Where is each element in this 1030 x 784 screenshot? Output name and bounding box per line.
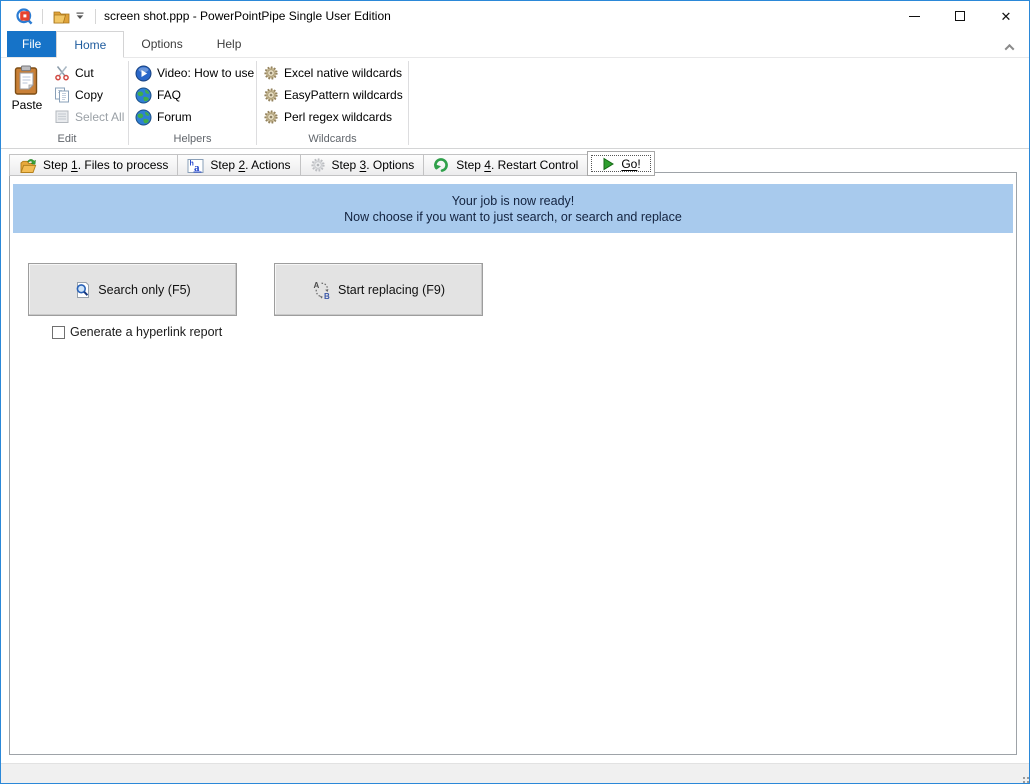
group-label-wildcards: Wildcards bbox=[257, 133, 408, 145]
start-replacing-button[interactable]: A B Start replacing (F9) bbox=[274, 263, 483, 316]
select-all-label: Select All bbox=[75, 110, 124, 124]
hyperlink-report-label: Generate a hyperlink report bbox=[70, 325, 222, 339]
video-how-to-use-button[interactable]: Video: How to use bbox=[135, 62, 254, 84]
copy-label: Copy bbox=[75, 88, 103, 102]
easypattern-wildcards-label: EasyPattern wildcards bbox=[284, 88, 403, 102]
tab-label: Go! bbox=[621, 157, 640, 171]
folder-open-icon bbox=[53, 9, 70, 24]
easypattern-wildcards-button[interactable]: EasyPattern wildcards bbox=[263, 84, 403, 106]
tab-label: Step 1. Files to process bbox=[43, 158, 168, 172]
replace-ab-icon: A B bbox=[312, 280, 332, 300]
search-only-label: Search only (F5) bbox=[98, 283, 190, 297]
tab-label: Step 3. Options bbox=[332, 158, 415, 172]
group-label-edit: Edit bbox=[6, 133, 128, 145]
globe-icon bbox=[135, 109, 152, 126]
perl-regex-wildcards-label: Perl regex wildcards bbox=[284, 110, 392, 124]
minimize-button[interactable] bbox=[891, 1, 937, 31]
chevron-up-icon bbox=[1004, 43, 1014, 53]
gear-icon bbox=[263, 87, 279, 103]
excel-native-wildcards-label: Excel native wildcards bbox=[284, 66, 402, 80]
cut-button[interactable]: Cut bbox=[54, 62, 124, 84]
svg-text:A: A bbox=[314, 281, 320, 290]
video-label: Video: How to use bbox=[157, 66, 254, 80]
ribbon-group-wildcards: Excel native wildcards EasyPattern wildc… bbox=[257, 58, 408, 148]
copy-icon bbox=[54, 87, 70, 103]
minimize-icon bbox=[909, 16, 920, 17]
hyperlink-report-option[interactable]: Generate a hyperlink report bbox=[52, 325, 222, 339]
step-tabs: Step 1. Files to process h a Step 2. Act… bbox=[9, 151, 655, 176]
gear-icon bbox=[263, 109, 279, 125]
banner-line1: Your job is now ready! bbox=[452, 193, 575, 209]
close-button[interactable]: ✕ bbox=[983, 1, 1029, 31]
select-all-button: Select All bbox=[54, 106, 124, 128]
gear-icon bbox=[263, 65, 279, 81]
svg-text:B: B bbox=[324, 292, 330, 300]
tab-go[interactable]: Go! bbox=[587, 151, 654, 176]
titlebar-separator bbox=[95, 9, 96, 24]
tab-step2-actions[interactable]: h a Step 2. Actions bbox=[177, 154, 299, 176]
ribbon-group-separator bbox=[408, 61, 409, 145]
titlebar-separator bbox=[42, 9, 43, 24]
forum-label: Forum bbox=[157, 110, 192, 124]
app-icon bbox=[14, 5, 34, 27]
copy-button[interactable]: Copy bbox=[54, 84, 124, 106]
titlebar: screen shot.ppp - PowerPointPipe Single … bbox=[1, 1, 1029, 31]
maximize-button[interactable] bbox=[937, 1, 983, 31]
status-banner: Your job is now ready! Now choose if you… bbox=[13, 184, 1013, 233]
go-play-icon bbox=[601, 157, 615, 171]
tab-home[interactable]: Home bbox=[56, 31, 124, 58]
tab-file[interactable]: File bbox=[7, 31, 56, 57]
scissors-icon bbox=[54, 65, 70, 81]
gear-icon bbox=[310, 157, 326, 173]
maximize-icon bbox=[955, 11, 965, 21]
window-controls: ✕ bbox=[891, 1, 1029, 31]
tab-step4-restart-control[interactable]: Step 4. Restart Control bbox=[423, 154, 587, 176]
ribbon-tab-bar: File Home Options Help bbox=[1, 31, 1029, 58]
resize-grip[interactable] bbox=[1023, 777, 1025, 779]
ribbon-group-edit: Paste Cut bbox=[6, 58, 128, 148]
banner-line2: Now choose if you want to just search, o… bbox=[344, 209, 682, 225]
start-replacing-label: Start replacing (F9) bbox=[338, 283, 445, 297]
tab-options[interactable]: Options bbox=[124, 31, 199, 57]
clipboard-paste-icon bbox=[14, 65, 40, 96]
app-window: screen shot.ppp - PowerPointPipe Single … bbox=[0, 0, 1030, 784]
faq-label: FAQ bbox=[157, 88, 181, 102]
ribbon-group-helpers: Video: How to use FAQ bbox=[129, 58, 256, 148]
tab-step3-options[interactable]: Step 3. Options bbox=[300, 154, 424, 176]
close-icon: ✕ bbox=[1001, 10, 1012, 23]
search-document-icon bbox=[74, 281, 92, 299]
excel-native-wildcards-button[interactable]: Excel native wildcards bbox=[263, 62, 402, 84]
toolbar-options-dropdown-icon[interactable] bbox=[73, 5, 87, 27]
statusbar bbox=[1, 763, 1029, 783]
forum-button[interactable]: Forum bbox=[135, 106, 192, 128]
perl-regex-wildcards-button[interactable]: Perl regex wildcards bbox=[263, 106, 392, 128]
go-tab-panel: Your job is now ready! Now choose if you… bbox=[9, 172, 1017, 755]
tab-label: Step 4. Restart Control bbox=[456, 158, 578, 172]
rename-actions-icon: h a bbox=[187, 157, 204, 174]
search-only-button[interactable]: Search only (F5) bbox=[28, 263, 237, 316]
tab-label: Step 2. Actions bbox=[210, 158, 290, 172]
select-all-icon bbox=[54, 109, 70, 125]
video-play-icon bbox=[135, 65, 152, 82]
tab-step1-files-to-process[interactable]: Step 1. Files to process bbox=[9, 154, 177, 176]
cut-label: Cut bbox=[75, 66, 94, 80]
collapse-ribbon-button[interactable] bbox=[1001, 39, 1017, 55]
checkbox-unchecked-icon[interactable] bbox=[52, 326, 65, 339]
paste-label: Paste bbox=[12, 98, 43, 112]
restart-arrow-icon bbox=[433, 157, 450, 173]
faq-button[interactable]: FAQ bbox=[135, 84, 181, 106]
open-folder-arrow-icon bbox=[19, 157, 37, 174]
ribbon: Paste Cut bbox=[1, 58, 1029, 149]
tab-help[interactable]: Help bbox=[200, 31, 259, 57]
globe-icon bbox=[135, 87, 152, 104]
group-label-helpers: Helpers bbox=[129, 133, 256, 145]
window-title: screen shot.ppp - PowerPointPipe Single … bbox=[104, 9, 391, 23]
quick-open-button[interactable] bbox=[51, 5, 71, 27]
